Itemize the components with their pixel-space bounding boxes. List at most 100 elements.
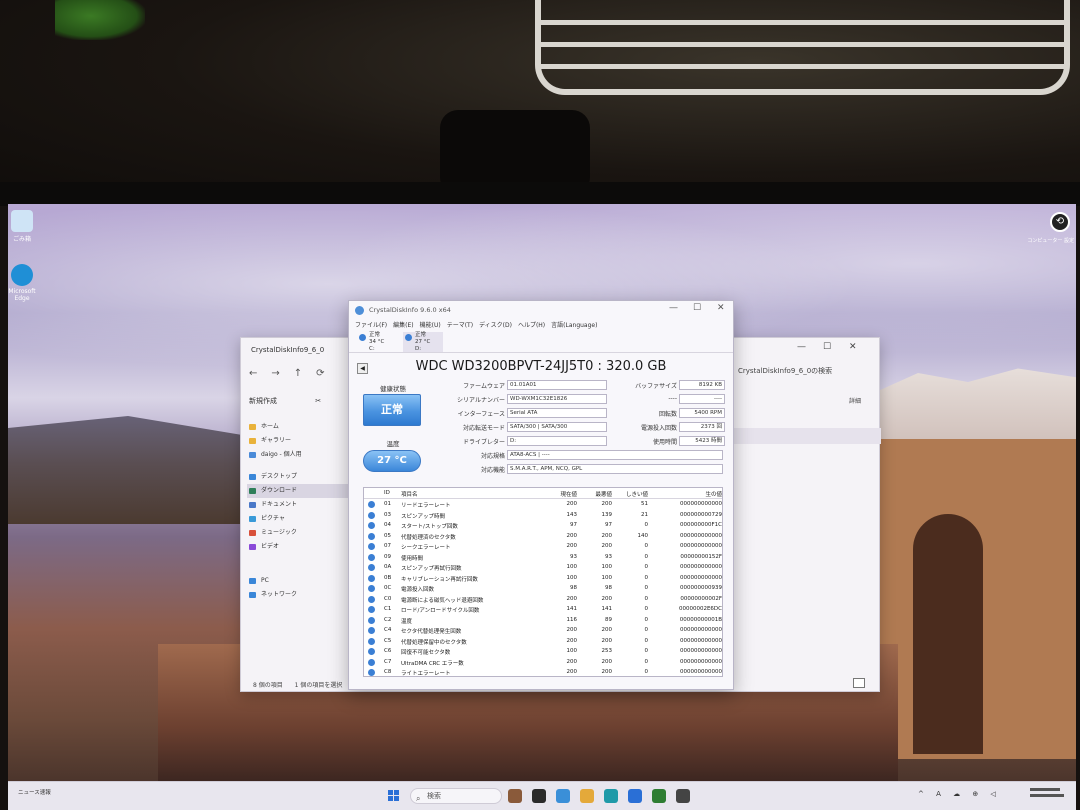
start-button[interactable]	[388, 790, 400, 802]
cloud-icon	[249, 452, 256, 458]
status-dot-icon	[368, 648, 375, 655]
taskbar-app-icon[interactable]	[508, 789, 522, 803]
drive-tab-c[interactable]: 正常 34 °C C:	[357, 332, 397, 352]
recycle-bin-icon	[11, 210, 33, 232]
news-widget[interactable]: ニュース速報	[18, 790, 51, 796]
temperature-label: 温度	[386, 440, 400, 448]
table-row[interactable]: C6 回復不可能セクタ数 100 253 0 000000000000	[364, 646, 722, 657]
table-row[interactable]: C7 UltraDMA CRC エラー数 200 200 0 000000000000	[364, 657, 722, 668]
status-dot-icon	[368, 522, 375, 529]
drive-letter-field: D:	[507, 436, 607, 446]
status-dot-icon	[368, 616, 375, 624]
explorer-minimize-button[interactable]: —	[797, 342, 806, 352]
sidebar-item-documents[interactable]: ドキュメント	[247, 498, 351, 512]
status-dot-icon	[368, 553, 375, 561]
sidebar-item-desktop[interactable]: デスクトップ	[247, 470, 351, 484]
sidebar-item-network[interactable]: ネットワーク	[247, 588, 351, 602]
interface-field: Serial ATA	[507, 408, 607, 418]
status-dot-icon	[368, 669, 375, 676]
search-icon: ⌕	[416, 794, 421, 803]
menu-file[interactable]: ファイル(F)	[355, 322, 387, 329]
details-button[interactable]: 詳細	[849, 396, 861, 405]
room-background	[0, 0, 1080, 205]
cdi-minimize-button[interactable]: —	[669, 303, 678, 313]
home-icon	[249, 424, 256, 430]
crystaldiskinfo-icon	[355, 306, 364, 315]
taskbar-app-icon[interactable]	[532, 789, 546, 803]
menu-edit[interactable]: 編集(E)	[393, 322, 413, 329]
table-row[interactable]: 07 シークエラーレート 200 200 0 000000000000	[364, 541, 722, 552]
menu-theme[interactable]: テーマ(T)	[447, 322, 473, 329]
sidebar-item-pictures[interactable]: ピクチャ	[247, 512, 351, 526]
explorer-sidebar: ホーム ギャラリー daigo - 個人用 デスクトップ ダウンロード ドキュメ…	[247, 420, 351, 602]
sidebar-item-videos[interactable]: ビデオ	[247, 540, 351, 554]
table-row[interactable]: 0B キャリブレーション再試行回数 100 100 0 000000000000	[364, 573, 722, 584]
menu-language[interactable]: 言語(Language)	[551, 322, 597, 329]
status-dot-icon	[368, 511, 375, 519]
sidebar-item-downloads[interactable]: ダウンロード	[247, 484, 351, 498]
firmware-field: 01.01A01	[507, 380, 607, 390]
health-status-icon	[359, 334, 366, 341]
taskbar-app-icon[interactable]	[580, 789, 594, 803]
taskbar-search-input[interactable]: ⌕ 検索	[410, 788, 502, 804]
system-tray[interactable]: ^ A ☁ ⊕ ◁	[918, 790, 1001, 798]
serial-field: WD-WXM1C32E1826	[507, 394, 607, 404]
sidebar-item-home[interactable]: ホーム	[247, 420, 351, 434]
sidebar-item-onedrive[interactable]: daigo - 個人用	[247, 448, 351, 462]
plant-photo	[55, 0, 145, 40]
menu-function[interactable]: 機能(U)	[420, 322, 441, 329]
cdi-maximize-button[interactable]: ☐	[693, 303, 701, 313]
taskbar-app-icon[interactable]	[556, 789, 570, 803]
table-row[interactable]: C0 電源断による磁気ヘッド退避回数 200 200 0 00000000002F	[364, 594, 722, 605]
health-status-button[interactable]: 正常	[363, 394, 421, 426]
document-icon	[249, 502, 256, 508]
table-row[interactable]: 01 リードエラーレート 200 200 51 000000000000	[364, 499, 722, 510]
table-row[interactable]: C8 ライトエラーレート 200 200 0 000000000000	[364, 667, 722, 678]
drive-tab-d[interactable]: 正常 27 °C D:	[403, 332, 443, 352]
crystaldiskinfo-window[interactable]: CrystalDiskInfo 9.6.0 x64 — ☐ ✕ ファイル(F) 編…	[348, 300, 734, 690]
monitor-bezel	[0, 182, 1080, 206]
recycle-bin-desktop-icon[interactable]: ごみ箱	[8, 210, 42, 243]
taskbar-app-icon[interactable]	[604, 789, 618, 803]
explorer-close-button[interactable]: ✕	[849, 342, 857, 352]
edge-desktop-icon[interactable]: Microsoft Edge	[8, 264, 42, 302]
taskbar-app-icon[interactable]	[676, 789, 690, 803]
cdi-close-button[interactable]: ✕	[717, 303, 725, 313]
taskbar-app-icon[interactable]	[628, 789, 642, 803]
explorer-maximize-button[interactable]: ☐	[823, 342, 831, 352]
smart-table-header: ID 項目名 現在値 最悪値 しきい値 生の値	[364, 488, 722, 499]
menu-help[interactable]: ヘルプ(H)	[518, 322, 545, 329]
table-row[interactable]: C5 代替処理保留中のセクタ数 200 200 0 000000000000	[364, 636, 722, 647]
view-toggle-button[interactable]	[853, 678, 865, 688]
explorer-status-bar: 8 個の項目 1 個の項目を選択	[253, 682, 343, 689]
standard-field: ATA8-ACS | ----	[507, 450, 723, 460]
sidebar-item-pc[interactable]: PC	[247, 574, 351, 588]
sidebar-item-gallery[interactable]: ギャラリー	[247, 434, 351, 448]
table-row[interactable]: C4 セクタ代替処理発生回数 200 200 0 000000000000	[364, 625, 722, 636]
explorer-nav-arrows[interactable]: ←→↑⟳	[249, 368, 339, 379]
sidebar-item-music[interactable]: ミュージック	[247, 526, 351, 540]
new-button[interactable]: 新規作成	[249, 397, 277, 405]
settings-corner-icon[interactable]: ⟲	[1050, 212, 1070, 232]
pc-icon	[249, 578, 256, 584]
clock[interactable]	[1030, 788, 1064, 797]
status-dot-icon	[368, 574, 375, 582]
features-field: S.M.A.R.T., APM, NCQ, GPL	[507, 464, 723, 474]
table-row[interactable]: 05 代替処理済のセクタ数 200 200 140 000000000000	[364, 531, 722, 542]
table-row[interactable]: 03 スピンアップ時間 143 139 21 000000000729	[364, 510, 722, 521]
taskbar-app-icon[interactable]	[652, 789, 666, 803]
cut-icon[interactable]: ✂	[315, 397, 321, 405]
table-row[interactable]: 09 使用時間 93 93 0 00000000152F	[364, 552, 722, 563]
menu-disk[interactable]: ディスク(D)	[479, 322, 512, 329]
cdi-menu-bar: ファイル(F) 編集(E) 機能(U) テーマ(T) ディスク(D) ヘルプ(H) 言語(L…	[355, 320, 603, 329]
table-row[interactable]: C1 ロード/アンロードサイクル回数 141 141 0 00000002E6DC	[364, 604, 722, 615]
table-row[interactable]: C2 温度 116 89 0 00000000001B	[364, 615, 722, 626]
status-dot-icon	[368, 585, 375, 592]
table-row[interactable]: 04 スタート/ストップ回数 97 97 0 000000000F1C	[364, 520, 722, 531]
taskbar: ニュース速報 ⌕ 検索 ^ A ☁ ⊕ ◁	[8, 781, 1076, 810]
table-row[interactable]: 0C 電源投入回数 98 98 0 000000000939	[364, 583, 722, 594]
explorer-search-input[interactable]: CrystalDiskInfo9_6_0の検索	[738, 366, 832, 376]
health-label: 健康状態	[380, 385, 406, 393]
selected-file-row[interactable]	[731, 428, 881, 444]
table-row[interactable]: 0A スピンアップ再試行回数 100 100 0 000000000000	[364, 562, 722, 573]
